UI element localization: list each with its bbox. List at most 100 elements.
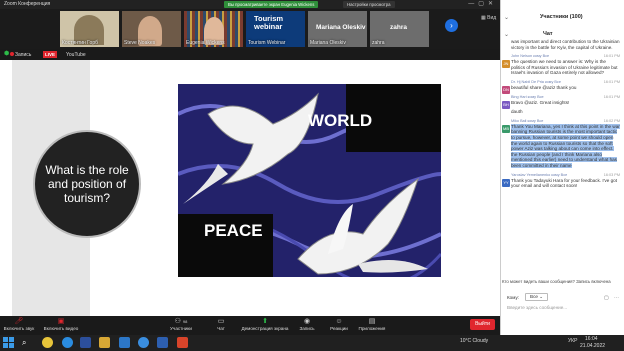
avatar: MB: [502, 124, 510, 133]
share-screen-icon: ⬆: [262, 318, 268, 325]
gallery-next-arrow[interactable]: ›: [445, 19, 458, 32]
view-mode-label: Вид: [487, 15, 497, 21]
slide-question: What is the role and position of tourism…: [45, 163, 129, 205]
message-sender: Bing Hari кому Все: [511, 94, 544, 99]
powerpoint-icon[interactable]: [177, 337, 188, 348]
search-icon[interactable]: ⌕: [22, 337, 33, 348]
zoom-icon[interactable]: [138, 337, 149, 348]
chat-message: DN Dr. Hj Nabil De Pria кому Все 16:01 PM…: [502, 79, 620, 94]
weather[interactable]: 10°C Cloudy: [460, 338, 488, 344]
participants-icon: ⚇ 98: [174, 318, 188, 325]
video-tile[interactable]: Steve Noakes: [122, 11, 181, 47]
smiley-icon: ☺: [335, 318, 343, 325]
message-body: Bravo @aziz. Great insights!: [511, 99, 570, 105]
leave-button[interactable]: Выйти: [470, 319, 495, 330]
avatar: YY: [502, 178, 510, 187]
chat-message: YY Yaroslav Yemelianenko кому Все 16:03 P…: [502, 173, 620, 189]
participant-name: Eugenia Wickens: [186, 40, 225, 46]
share-screen-button[interactable]: ⬆ Демонстрация экрана: [240, 317, 290, 331]
message-body: was important and direct contribution to…: [511, 39, 620, 50]
chat-message: dauth: [502, 109, 620, 115]
record-dot-icon: [10, 52, 14, 56]
file-icon[interactable]: ▢: [604, 295, 609, 301]
view-mode-button[interactable]: ▦ Вид: [481, 15, 496, 21]
world-peace-image: WORLD PEACE: [178, 84, 441, 277]
message-sender: Miko Bali кому Все: [511, 118, 544, 123]
participant-name: Tourism Webinar: [248, 40, 286, 46]
participant-name: zahra: [372, 40, 385, 46]
slide-word-top: WORLD: [308, 111, 372, 130]
recipient-select[interactable]: Все ⌄: [525, 293, 549, 301]
chrome-icon[interactable]: [42, 337, 53, 348]
app-icon[interactable]: [80, 337, 91, 348]
apps-button[interactable]: ▤ Приложения: [357, 317, 387, 331]
message-time: 16:01 PM: [603, 54, 620, 59]
video-tile[interactable]: Eugenia Wickens: [184, 11, 243, 47]
message-time: 16:01 PM: [603, 79, 620, 84]
tile-name-large: zahra: [390, 24, 407, 31]
record-label: Запись: [15, 52, 32, 58]
slide-word-bottom: PEACE: [204, 221, 263, 240]
avatar: JN: [502, 60, 510, 69]
message-body: dauth: [511, 109, 523, 115]
message-body: Thank You Mariana, yes I think at this p…: [511, 123, 620, 168]
chat-message: JN John Nelson кому Все 16:01 PM The ques…: [502, 54, 620, 76]
chat-message: MB Miko Bali кому Все 16:02 PM Thank You …: [502, 119, 620, 169]
video-tile[interactable]: zahra zahra: [370, 11, 429, 47]
folder-icon[interactable]: [99, 337, 110, 348]
video-off-icon: ▣: [57, 318, 65, 325]
video-tile[interactable]: Костянтин Горб: [60, 11, 119, 47]
chat-message: was important and direct contribution to…: [502, 39, 620, 50]
tile-title: Tourism webinar: [254, 14, 284, 31]
view-options-button[interactable]: Настройки просмотра: [343, 1, 395, 8]
mute-button[interactable]: 🎤︎ Включить звук: [2, 317, 36, 331]
window-title: Zoom Конференция: [4, 1, 51, 7]
visibility-notice[interactable]: Кто может видеть ваши сообщения? Запись …: [502, 279, 622, 284]
chat-message: BH Bing Hari кому Все 16:01 PM Bravo @azi…: [502, 94, 620, 109]
chat-input[interactable]: Введите здесь сообщение...: [507, 305, 567, 310]
more-icon[interactable]: ⋯: [614, 295, 619, 301]
video-tile[interactable]: Tourism webinar Tourism Webinar: [246, 11, 305, 47]
chevron-down-icon[interactable]: ⌄: [504, 31, 509, 38]
participant-name: Mariana Oleskiv: [310, 40, 346, 46]
youtube-label: YouTube: [66, 52, 86, 58]
message-sender: Yaroslav Yemelianenko кому Все: [511, 172, 568, 177]
participants-header[interactable]: Участники (100): [540, 14, 624, 23]
edge-icon[interactable]: [62, 337, 73, 348]
video-tile[interactable]: Mariana Oleskiv Mariana Oleskiv: [308, 11, 367, 47]
avatar: DN: [502, 85, 510, 94]
message-body: The question we need to answer is: Why i…: [511, 59, 618, 76]
record-button[interactable]: ◉ Запись: [297, 317, 317, 331]
chat-messages: was important and direct contribution to…: [502, 38, 620, 277]
tile-name-large: Mariana Oleskiv: [316, 24, 366, 31]
language-indicator[interactable]: УКР: [568, 338, 577, 344]
slide-question-circle: What is the role and position of tourism…: [33, 130, 141, 238]
video-button[interactable]: ▣ Включить видео: [40, 317, 82, 331]
chat-icon: ▭: [217, 318, 225, 325]
chat-button[interactable]: ▭ Чат: [214, 317, 228, 331]
message-body: Thank you Tadayuki Hara for your feedbac…: [511, 177, 617, 189]
mail-icon[interactable]: [119, 337, 130, 348]
message-time: 16:01 PM: [603, 94, 620, 99]
message-body: beautiful share @aziz thank you: [511, 84, 577, 90]
reactions-button[interactable]: ☺ Реакции: [328, 317, 350, 331]
clock-time[interactable]: 16:04: [585, 336, 598, 342]
record-icon: ◉: [303, 318, 311, 325]
participant-name: Steve Noakes: [124, 40, 156, 46]
viewing-screen-badge: Вы просматриваете экран Eugenia Wickens: [224, 1, 319, 8]
taskbar: [0, 335, 624, 351]
window-controls[interactable]: —▢✕: [468, 0, 497, 9]
doves-illustration: WORLD PEACE: [178, 84, 441, 277]
word-icon[interactable]: [157, 337, 168, 348]
participants-button[interactable]: ⚇ 98 Участники: [168, 317, 194, 331]
recipient-label: Кому:: [507, 295, 520, 300]
windows-start-icon[interactable]: [3, 337, 14, 348]
microphone-muted-icon: 🎤︎: [14, 318, 24, 325]
chevron-down-icon[interactable]: ⌄: [504, 14, 509, 21]
participant-name: Костянтин Горб: [62, 40, 98, 46]
message-sender: Dr. Hj Nabil De Pria кому Все: [511, 79, 561, 84]
message-sender: John Nelson кому Все: [511, 54, 550, 59]
apps-icon: ▤: [368, 318, 376, 325]
message-time: 16:03 PM: [603, 172, 620, 177]
clock-date[interactable]: 21.04.2022: [580, 343, 605, 349]
